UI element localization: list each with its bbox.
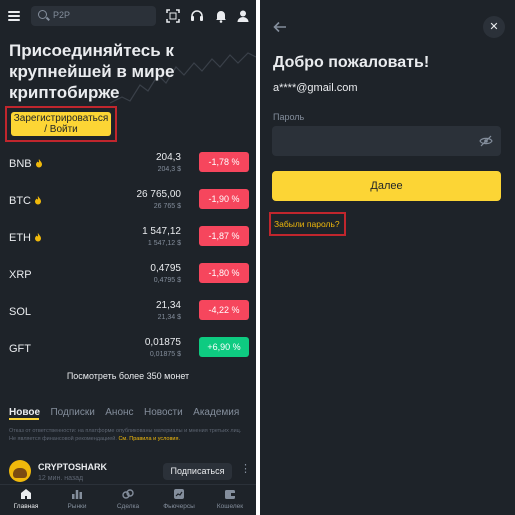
top-bar: P2P [0,6,256,28]
coin-row[interactable]: BNB 204,3 204,3 $ -1,78 % [0,152,256,182]
profile-icon[interactable] [236,9,250,23]
search-input[interactable]: P2P [31,6,156,26]
coin-symbol-text: ETH [9,232,31,244]
coin-row[interactable]: SOL 21,34 21,34 $ -4,22 % [0,300,256,330]
more-options-icon[interactable]: ⋮ [240,462,251,475]
news-tabs: Новое Подписки Анонс Новости Академия [9,402,245,418]
trade-icon [122,489,134,499]
price-change-badge[interactable]: -4,22 % [199,300,249,320]
hot-fire-icon [35,196,41,205]
coin-row[interactable]: BTC 26 765,00 26 765 $ -1,90 % [0,189,256,219]
signup-login-button[interactable]: Зарегистрироваться / Войти [11,112,111,136]
search-icon [38,10,47,19]
wallet-icon [225,490,235,499]
coin-price: 1 547,12 [142,226,181,237]
coin-price: 21,34 [155,300,181,311]
coin-usd-price: 1 547,12 $ [147,240,181,247]
hot-fire-icon [35,159,42,168]
tab-subscriptions[interactable]: Подписки [50,407,94,418]
coin-price: 204,3 [155,152,181,163]
home-screen: P2P Присоединяйтесь к крупнейшей в мире … [0,0,256,515]
active-tab-indicator [9,418,39,420]
coin-symbol: XRP [9,269,32,281]
coin-symbol: ETH [9,232,42,244]
login-screen: ✕ Добро пожаловать! a****@gmail.com Паро… [260,0,515,515]
screenshot-root: P2P Присоединяйтесь к крупнейшей в мире … [0,0,515,515]
disclaimer: Отказ от ответственности: на платформе о… [9,427,249,443]
price-change-badge[interactable]: -1,80 % [199,263,249,283]
forgot-password-link[interactable]: Забыли пароль? [274,219,340,229]
price-change-badge[interactable]: -1,78 % [199,152,249,172]
tab-academy[interactable]: Академия [193,407,239,418]
coin-symbol-text: BTC [9,195,31,207]
coin-row[interactable]: XRP 0,4795 0,4795 $ -1,80 % [0,263,256,293]
view-more-coins-link[interactable]: Посмотреть более 350 монет [0,371,256,381]
nav-markets[interactable]: Рынки [51,488,103,510]
coin-usd-price: 0,4795 $ [153,277,181,284]
nav-wallet-label: Кошелек [216,503,244,510]
nav-markets-label: Рынки [67,503,87,510]
futures-icon [174,489,184,499]
coin-symbol-text: BNB [9,158,32,170]
coin-price: 0,01875 [144,337,181,348]
hot-fire-icon [35,233,41,242]
coin-symbol: BTC [9,195,42,207]
coin-symbol: BNB [9,158,43,170]
back-arrow-icon[interactable] [273,20,287,34]
nav-futures-label: Фьючерсы [163,503,195,510]
coin-price: 26 765,00 [136,189,182,200]
tab-new[interactable]: Новое [9,407,40,418]
nav-home[interactable]: Главная [0,488,52,510]
terms-link[interactable]: См. Правила и условия. [118,436,180,442]
highlight-box: Забыли пароль? [269,212,346,236]
coin-usd-price: 21,34 $ [157,314,181,321]
menu-icon[interactable] [8,11,20,21]
coin-symbol-text: GFT [9,343,31,355]
markets-icon [72,490,82,499]
tab-news[interactable]: Новости [144,407,183,418]
next-button[interactable]: Далее [272,171,501,201]
eye-hidden-icon[interactable] [479,135,493,147]
hero-title: Присоединяйтесь к крупнейшей в мире крип… [9,41,175,102]
close-button[interactable]: ✕ [483,16,505,38]
home-icon [21,489,31,499]
coin-price: 0,4795 [150,263,181,274]
coin-usd-price: 26 765 $ [153,203,181,210]
coin-symbol: SOL [9,306,31,318]
feed-post: CRYPTOSHARK 12 мин. назад Подписаться ⋮ [0,458,256,484]
price-change-badge[interactable]: -1,90 % [199,189,249,209]
coin-row[interactable]: GFT 0,01875 0,01875 $ +6,90 % [0,337,256,367]
notification-bell-icon[interactable] [214,9,228,23]
price-change-badge[interactable]: -1,87 % [199,226,249,246]
bottom-nav: Главная Рынки Сделка Фьючерсы Кошелек [0,484,256,515]
password-label: Пароль [273,112,305,122]
coin-symbol-text: XRP [9,269,32,281]
coin-symbol: GFT [9,343,31,355]
nav-trade[interactable]: Сделка [102,488,154,510]
search-placeholder: P2P [53,10,71,20]
post-time: 12 мин. назад [38,475,84,482]
price-change-badge[interactable]: +6,90 % [199,337,249,357]
subscribe-button[interactable]: Подписаться [163,463,232,480]
coin-usd-price: 0,01875 $ [149,351,181,358]
coin-symbol-text: SOL [9,306,32,318]
coin-usd-price: 204,3 $ [157,166,181,173]
account-email: a****@gmail.com [273,82,358,94]
avatar[interactable] [9,460,31,482]
password-field[interactable] [272,126,501,156]
nav-home-label: Главная [13,503,39,510]
post-author[interactable]: CRYPTOSHARK [38,462,107,472]
support-headset-icon[interactable] [190,9,204,23]
tab-announcements[interactable]: Анонс [105,407,133,418]
nav-trade-label: Сделка [116,503,140,510]
highlight-box: Зарегистрироваться / Войти [5,106,117,142]
nav-wallet[interactable]: Кошелек [204,488,256,510]
scan-icon[interactable] [166,9,180,23]
nav-futures[interactable]: Фьючерсы [153,488,205,510]
page-title: Добро пожаловать! [273,54,430,71]
coin-row[interactable]: ETH 1 547,12 1 547,12 $ -1,87 % [0,226,256,256]
